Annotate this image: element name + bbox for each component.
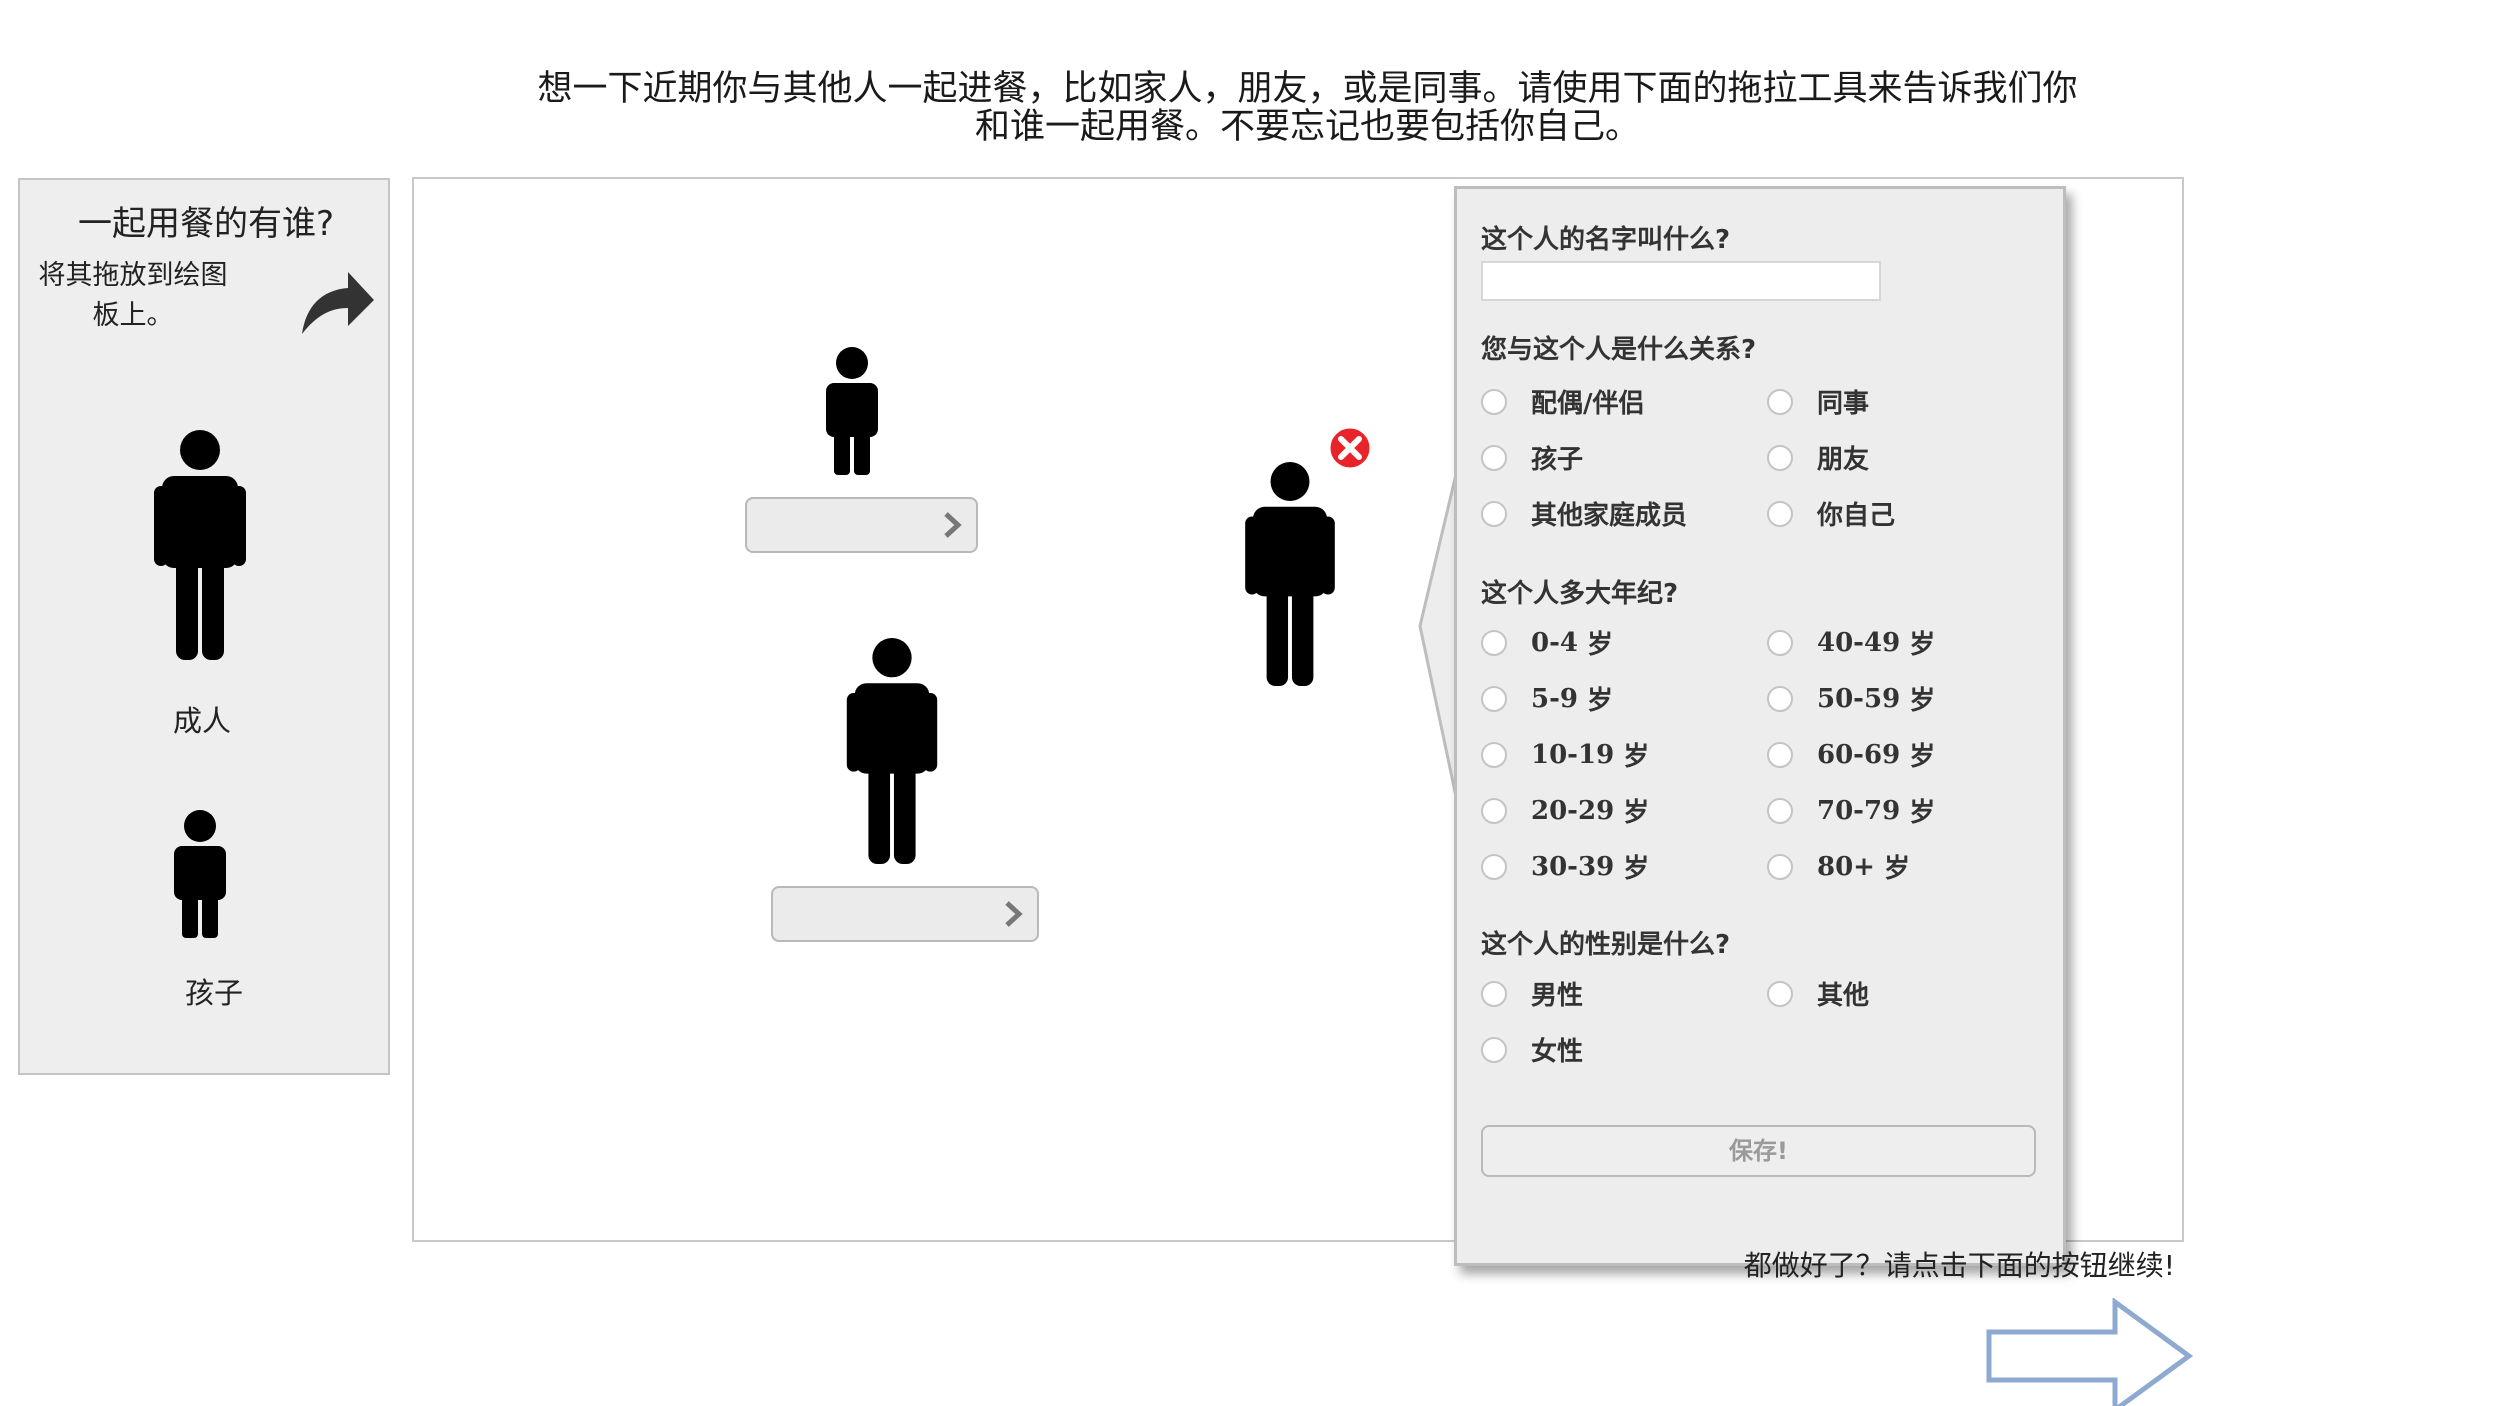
age-option[interactable]: 70-79 岁 [1767, 792, 1935, 829]
people-palette: 一起用餐的有谁? 将其拖放到绘图板上。 成人 孩子 [18, 178, 390, 1075]
instructions-line-2: 和谁一起用餐。不要忘记也要包括你自己。 [974, 107, 1640, 147]
palette-title: 一起用餐的有谁? [77, 204, 335, 244]
gender-option[interactable]: 女性 [1481, 1031, 1583, 1068]
delete-icon[interactable] [1327, 425, 1373, 471]
person-name-tag[interactable] [745, 497, 978, 553]
radio-button[interactable] [1481, 741, 1507, 768]
person-name-tag[interactable] [771, 886, 1039, 942]
radio-button[interactable] [1767, 980, 1793, 1007]
age-option[interactable]: 10-19 岁 [1481, 736, 1649, 773]
age-option[interactable]: 80+ 岁 [1767, 848, 1910, 885]
radio-button[interactable] [1481, 853, 1507, 880]
radio-button[interactable] [1767, 388, 1793, 415]
chevron-right-icon [1005, 901, 1023, 927]
relation-option[interactable]: 其他家庭成员 [1481, 495, 1687, 532]
instructions-line-1: 想一下近期你与其他人一起进餐，比如家人，朋友，或是同事。请使用下面的拖拉工具来告… [537, 69, 2078, 109]
palette-hint: 将其拖放到绘图板上。 [38, 260, 228, 331]
person-details-popup: 这个人的名字叫什么? 您与这个人是什么关系? 配偶/伴侣 同事 孩子 朋友 其他… [1418, 186, 2066, 1266]
adult-person-icon [154, 430, 246, 660]
save-button[interactable]: 保存! [1481, 1125, 2036, 1177]
person-name-input[interactable] [1481, 261, 1881, 301]
gender-question: 这个人的性别是什么? [1481, 930, 1731, 960]
radio-button[interactable] [1767, 797, 1793, 824]
gender-option[interactable]: 其他 [1767, 975, 1869, 1012]
radio-button[interactable] [1481, 500, 1507, 527]
radio-button[interactable] [1767, 741, 1793, 768]
age-option[interactable]: 5-9 岁 [1481, 680, 1613, 717]
age-option[interactable]: 20-29 岁 [1481, 792, 1649, 829]
radio-button[interactable] [1481, 685, 1507, 712]
relation-option[interactable]: 朋友 [1767, 439, 1869, 476]
age-question: 这个人多大年纪? [1481, 579, 1679, 609]
radio-button[interactable] [1481, 797, 1507, 824]
child-person-icon [174, 810, 226, 938]
chevron-right-icon [944, 512, 962, 538]
radio-button[interactable] [1481, 1036, 1507, 1063]
age-option[interactable]: 60-69 岁 [1767, 736, 1935, 773]
canvas-person-child[interactable] [822, 347, 882, 475]
age-option[interactable]: 40-49 岁 [1767, 624, 1935, 661]
radio-button[interactable] [1767, 685, 1793, 712]
canvas-person-adult[interactable] [846, 638, 938, 866]
radio-button[interactable] [1481, 444, 1507, 471]
curved-arrow-icon [302, 272, 374, 334]
radio-button[interactable] [1767, 444, 1793, 471]
popup-box: 这个人的名字叫什么? 您与这个人是什么关系? 配偶/伴侣 同事 孩子 朋友 其他… [1454, 186, 2066, 1266]
name-question: 这个人的名字叫什么? [1481, 225, 1731, 255]
next-arrow-button[interactable] [1985, 1298, 2193, 1406]
relation-question: 您与这个人是什么关系? [1481, 335, 1757, 365]
palette-label-adult: 成人 [172, 704, 231, 738]
palette-item-child[interactable] [160, 810, 240, 940]
relation-option[interactable]: 同事 [1767, 383, 1869, 420]
relation-option[interactable]: 配偶/伴侣 [1481, 383, 1645, 420]
palette-item-adult[interactable] [140, 430, 260, 670]
radio-button[interactable] [1767, 629, 1793, 656]
canvas-person-adult-selected[interactable] [1244, 462, 1336, 688]
gender-option[interactable]: 男性 [1481, 975, 1583, 1012]
relation-option[interactable]: 你自己 [1767, 495, 1895, 532]
radio-button[interactable] [1481, 629, 1507, 656]
radio-button[interactable] [1481, 980, 1507, 1007]
instructions-text: 想一下近期你与其他人一起进餐，比如家人，朋友，或是同事。请使用下面的拖拉工具来告… [420, 70, 2195, 146]
age-option[interactable]: 30-39 岁 [1481, 848, 1649, 885]
relation-option[interactable]: 孩子 [1481, 439, 1583, 476]
radio-button[interactable] [1767, 853, 1793, 880]
radio-button[interactable] [1481, 388, 1507, 415]
age-option[interactable]: 50-59 岁 [1767, 680, 1935, 717]
age-option[interactable]: 0-4 岁 [1481, 624, 1613, 661]
radio-button[interactable] [1767, 500, 1793, 527]
continue-hint: 都做好了？请点击下面的按钮继续! [1743, 1249, 2175, 1282]
palette-label-child: 孩子 [184, 976, 243, 1010]
